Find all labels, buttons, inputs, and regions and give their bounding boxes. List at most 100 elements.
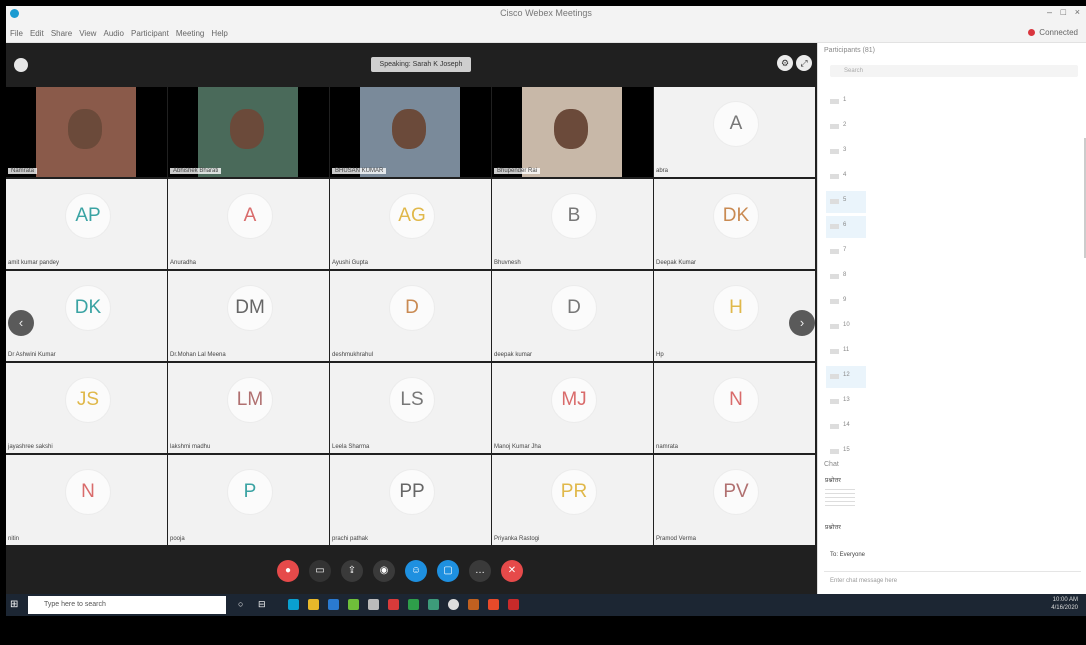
participant-tile[interactable]: AG Ayushi Gupta <box>330 179 491 269</box>
participant-list-label: 7 <box>843 247 847 253</box>
menu-audio[interactable]: Audio <box>104 29 124 38</box>
participant-video <box>522 87 622 177</box>
participant-list-avatar-icon <box>830 199 839 204</box>
participant-list-label: 13 <box>843 397 850 403</box>
chat-header[interactable]: Chat <box>824 461 839 468</box>
share-button[interactable]: ⇪ <box>341 560 363 582</box>
participant-avatar: D <box>389 285 435 331</box>
menu-edit[interactable]: Edit <box>30 29 44 38</box>
participant-name: Dr.Mohan Lal Meena <box>170 352 226 358</box>
participant-avatar: N <box>65 469 111 515</box>
menu-file[interactable]: File <box>10 29 23 38</box>
participant-list-item[interactable]: 5 <box>826 191 866 213</box>
view-options-icon[interactable]: ⚙ <box>777 55 793 71</box>
participant-name: nitin <box>8 536 20 542</box>
participant-list-item[interactable]: 2 <box>826 116 866 138</box>
meeting-stage: Speaking: Sarah K Joseph ⚙ ⤢ Namrata Abhi… <box>6 43 817 594</box>
participant-tile[interactable]: Ddeshmukhrahul <box>330 271 491 361</box>
participant-tile[interactable]: LS Leela Sharma <box>330 363 491 453</box>
chat-to-select[interactable]: To: Everyone <box>830 552 865 558</box>
participant-list-label: 2 <box>843 122 847 128</box>
system-tray[interactable]: 10:00 AM 4/16/2020 <box>1051 596 1078 612</box>
participant-tile[interactable]: AP amit kumar pandey <box>6 179 167 269</box>
participant-tile[interactable]: PV Pramod Verma <box>654 455 815 545</box>
participant-list-item[interactable]: 12 <box>826 366 866 388</box>
participant-tile[interactable]: B Bhuvnesh <box>492 179 653 269</box>
participant-list-label: 8 <box>843 272 847 278</box>
app-icon[interactable] <box>408 599 419 610</box>
participant-tile[interactable]: Bhupender Rai <box>492 87 653 177</box>
windows-start-icon[interactable]: ⊞ <box>10 599 22 611</box>
participant-tile[interactable]: Nnitin <box>6 455 167 545</box>
participant-list-item[interactable]: 6 <box>826 216 866 238</box>
task-view-icon[interactable]: ○ <box>238 599 249 610</box>
app-icon[interactable] <box>488 599 499 610</box>
app-icon[interactable] <box>508 599 519 610</box>
participant-tile[interactable]: Ddeepak kumar <box>492 271 653 361</box>
video-button[interactable]: ▭ <box>309 560 331 582</box>
taskbar-search-input[interactable]: Type here to search <box>28 596 226 614</box>
participant-list-item[interactable]: 8 <box>826 266 866 288</box>
participant-tile[interactable]: Abhishek Bharati <box>168 87 329 177</box>
participant-tile[interactable]: PR Priyanka Rastogi <box>492 455 653 545</box>
app-icon[interactable] <box>468 599 479 610</box>
participant-tile[interactable]: MJ Manoj Kumar Jha <box>492 363 653 453</box>
record-button[interactable]: ◉ <box>373 560 395 582</box>
leave-meeting-button[interactable]: ✕ <box>501 560 523 582</box>
exit-grid-icon[interactable]: ⤢ <box>796 55 812 71</box>
participant-list-item[interactable]: 11 <box>826 341 866 363</box>
participant-tile[interactable]: Ppooja <box>168 455 329 545</box>
connectivity-indicator[interactable]: Connected <box>1028 28 1078 37</box>
participant-name: Deepak Kumar <box>656 260 697 266</box>
taskbar-view-icon[interactable]: ⊟ <box>258 599 269 610</box>
participant-list-item[interactable]: 14 <box>826 416 866 438</box>
maximize-button[interactable]: □ <box>1061 7 1066 17</box>
participant-list-item[interactable]: 13 <box>826 391 866 413</box>
participant-tile[interactable]: DM Dr.Mohan Lal Meena <box>168 271 329 361</box>
file-explorer-icon[interactable] <box>308 599 319 610</box>
participant-list-item[interactable]: 7 <box>826 241 866 263</box>
participant-tile[interactable]: Nnamrata <box>654 363 815 453</box>
participant-tile[interactable]: BHUSAN KUMAR <box>330 87 491 177</box>
participant-name: deepak kumar <box>494 352 533 358</box>
participants-button[interactable]: ☺ <box>405 560 427 582</box>
participant-tile[interactable]: A Anuradha <box>168 179 329 269</box>
webex-taskbar-icon[interactable] <box>428 599 439 610</box>
participant-tile[interactable]: PP prachi pathak <box>330 455 491 545</box>
edge-browser-icon[interactable] <box>288 599 299 610</box>
app-icon[interactable] <box>388 599 399 610</box>
app-icon[interactable] <box>348 599 359 610</box>
menu-meeting[interactable]: Meeting <box>176 29 204 38</box>
layout-button[interactable] <box>14 58 28 72</box>
close-window-button[interactable]: × <box>1075 7 1080 17</box>
participants-panel-title[interactable]: Participants (81) <box>824 47 875 54</box>
participant-search-input[interactable]: Search <box>830 65 1078 77</box>
store-icon[interactable] <box>328 599 339 610</box>
menu-participant[interactable]: Participant <box>131 29 169 38</box>
next-page-arrow-icon[interactable]: › <box>789 310 815 336</box>
participant-tile[interactable]: JS jayashree sakshi <box>6 363 167 453</box>
menu-share[interactable]: Share <box>51 29 72 38</box>
participant-tile[interactable]: LM lakshmi madhu <box>168 363 329 453</box>
previous-page-arrow-icon[interactable]: ‹ <box>8 310 34 336</box>
menu-help[interactable]: Help <box>211 29 227 38</box>
participant-tile[interactable]: Namrata <box>6 87 167 177</box>
minimize-button[interactable]: – <box>1047 7 1052 17</box>
participant-tile[interactable]: Aabra <box>654 87 815 177</box>
more-options-button[interactable]: … <box>469 560 491 582</box>
chat-input[interactable]: Enter chat message here <box>824 571 1081 589</box>
mute-button[interactable]: ● <box>277 560 299 582</box>
participant-list-item[interactable]: 3 <box>826 141 866 163</box>
chrome-icon[interactable] <box>448 599 459 610</box>
menu-view[interactable]: View <box>79 29 96 38</box>
participant-tile[interactable]: DK Deepak Kumar <box>654 179 815 269</box>
participant-list-item[interactable]: 1 <box>826 91 866 113</box>
participant-list-item[interactable]: 10 <box>826 316 866 338</box>
app-icon[interactable] <box>368 599 379 610</box>
participant-avatar: A <box>713 101 759 147</box>
participant-list-item[interactable]: 4 <box>826 166 866 188</box>
participant-list-item[interactable]: 15 <box>826 441 866 463</box>
chat-button[interactable]: ▢ <box>437 560 459 582</box>
participant-video-person <box>68 109 102 149</box>
participant-list-item[interactable]: 9 <box>826 291 866 313</box>
